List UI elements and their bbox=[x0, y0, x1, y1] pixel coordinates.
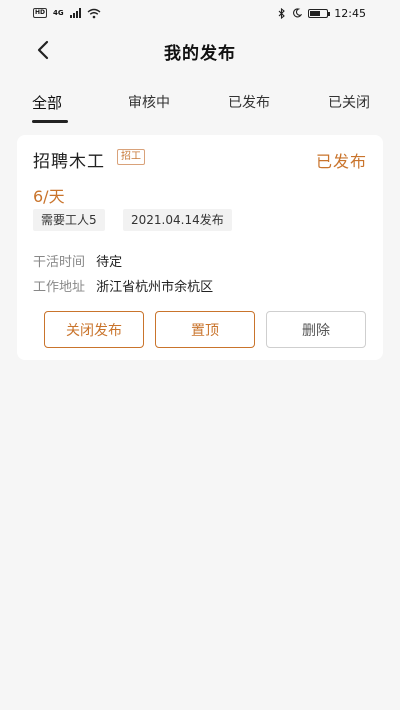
battery-icon bbox=[308, 8, 331, 18]
network-label: 4G bbox=[53, 9, 64, 17]
status-left: HD 4G bbox=[33, 8, 101, 19]
work-address-value: 浙江省杭州市余杭区 bbox=[96, 280, 214, 295]
wifi-icon bbox=[87, 8, 101, 18]
publish-date-chip: 2021.04.14发布 bbox=[123, 209, 232, 231]
wage: 6/天 bbox=[33, 187, 65, 206]
workers-needed-chip: 需要工人5 bbox=[33, 209, 105, 231]
moon-icon bbox=[293, 8, 303, 18]
job-card[interactable]: 招聘木工 招工 已发布 6/天 需要工人5 2021.04.14发布 干活时间 … bbox=[17, 135, 383, 360]
page-title: 我的发布 bbox=[164, 44, 236, 64]
tab-closed[interactable]: 已关闭 bbox=[328, 92, 370, 112]
work-time-row: 干活时间 待定 bbox=[33, 251, 122, 270]
tab-published[interactable]: 已发布 bbox=[228, 92, 270, 112]
bluetooth-icon bbox=[278, 7, 286, 19]
pin-top-button[interactable]: 置顶 bbox=[155, 311, 255, 348]
delete-button[interactable]: 删除 bbox=[266, 311, 366, 348]
work-time-value: 待定 bbox=[96, 255, 123, 270]
active-tab-indicator bbox=[32, 120, 68, 123]
job-status-badge: 已发布 bbox=[315, 152, 367, 171]
clock: 12:45 bbox=[334, 6, 366, 20]
tab-all[interactable]: 全部 bbox=[32, 92, 62, 113]
close-publish-button[interactable]: 关闭发布 bbox=[44, 311, 144, 348]
job-title: 招聘木工 bbox=[33, 152, 105, 172]
job-tag: 招工 bbox=[117, 149, 145, 165]
status-bar: HD 4G 12:45 bbox=[0, 0, 400, 26]
work-time-label: 干活时间 bbox=[33, 255, 86, 270]
tab-reviewing[interactable]: 审核中 bbox=[128, 92, 170, 112]
title-bar: 我的发布 bbox=[0, 26, 400, 76]
signal-icon bbox=[69, 8, 81, 18]
status-right: 12:45 bbox=[278, 7, 366, 20]
work-address-row: 工作地址 浙江省杭州市余杭区 bbox=[33, 276, 213, 295]
work-address-label: 工作地址 bbox=[33, 280, 86, 295]
hd-badge: HD bbox=[33, 8, 48, 18]
